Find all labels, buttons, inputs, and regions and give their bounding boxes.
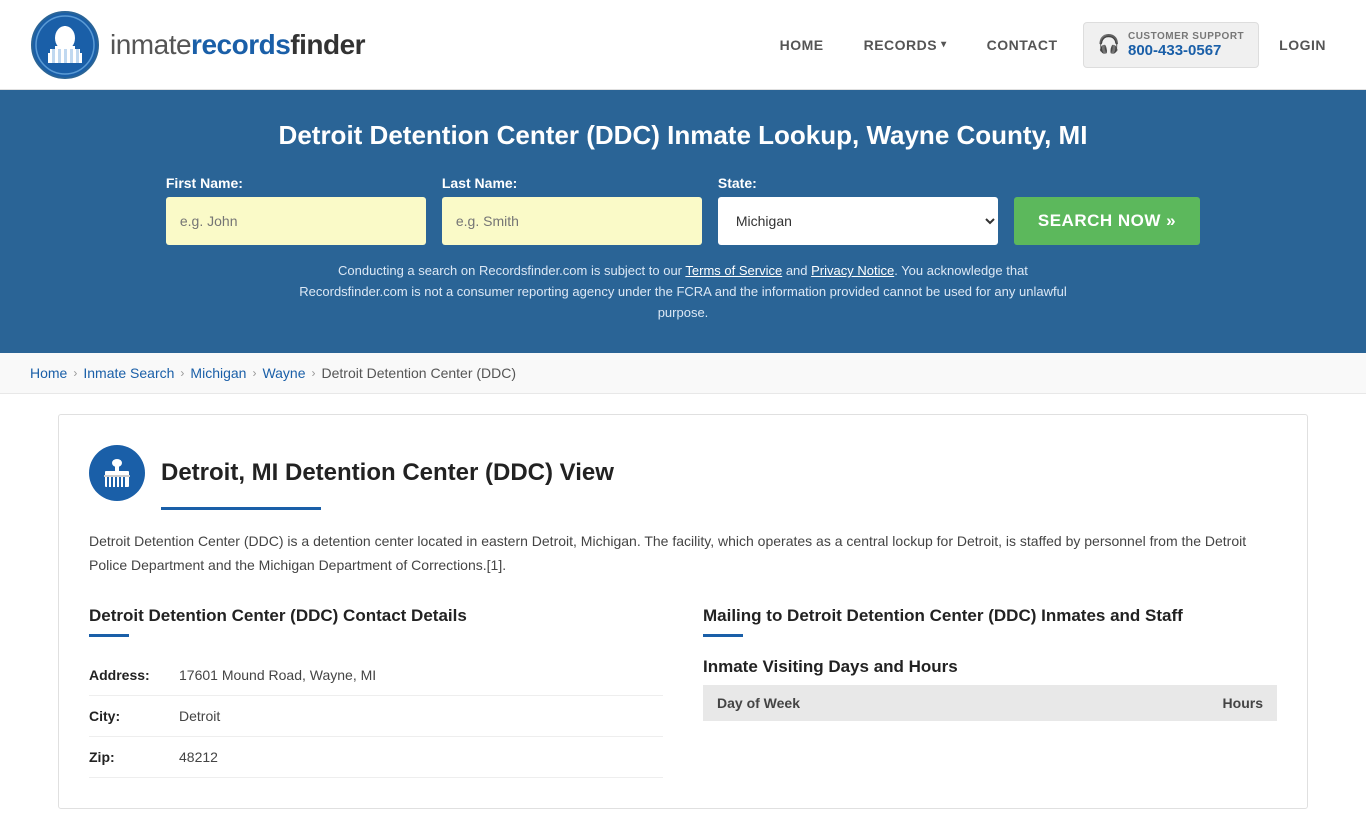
support-label: CUSTOMER SUPPORT (1128, 31, 1244, 42)
nav-records[interactable]: RECORDS ▾ (849, 37, 962, 53)
zip-row: Zip: 48212 (89, 737, 663, 778)
first-name-label: First Name: (166, 175, 243, 191)
contact-details-section: Detroit Detention Center (DDC) Contact D… (89, 606, 663, 778)
logo-text: inmaterecordsfinder (110, 29, 365, 61)
facility-title: Detroit, MI Detention Center (DDC) View (161, 459, 614, 487)
contact-section-title: Detroit Detention Center (DDC) Contact D… (89, 606, 663, 626)
zip-value: 48212 (179, 749, 218, 765)
hero-title: Detroit Detention Center (DDC) Inmate Lo… (40, 120, 1326, 151)
chevron-down-icon: ▾ (941, 39, 947, 50)
breadcrumb-sep-2: › (180, 366, 184, 380)
last-name-field: Last Name: (442, 175, 702, 245)
breadcrumb-sep-1: › (73, 366, 77, 380)
zip-label: Zip: (89, 749, 169, 765)
nav-contact[interactable]: CONTACT (972, 37, 1073, 53)
city-row: City: Detroit (89, 696, 663, 737)
headset-icon: 🎧 (1098, 34, 1120, 55)
breadcrumb-michigan[interactable]: Michigan (190, 365, 246, 381)
city-value: Detroit (179, 708, 220, 724)
logo-icon (30, 10, 100, 80)
login-button[interactable]: LOGIN (1269, 37, 1336, 53)
disclaimer-text: Conducting a search on Recordsfinder.com… (293, 261, 1073, 323)
logo[interactable]: inmaterecordsfinder (30, 10, 365, 80)
last-name-label: Last Name: (442, 175, 517, 191)
breadcrumb-current: Detroit Detention Center (DDC) (322, 365, 517, 381)
breadcrumb-sep-4: › (312, 366, 316, 380)
city-label: City: (89, 708, 169, 724)
state-field: State: Michigan (718, 175, 998, 245)
building-icon (101, 457, 133, 489)
nav-home[interactable]: HOME (765, 37, 839, 53)
first-name-input[interactable] (166, 197, 426, 245)
contact-section-underline (89, 634, 129, 637)
col-day-of-week: Day of Week (703, 685, 1058, 721)
support-number: 800-433-0567 (1128, 42, 1244, 59)
state-select[interactable]: Michigan (718, 197, 998, 245)
privacy-link[interactable]: Privacy Notice (811, 263, 894, 278)
first-name-field: First Name: (166, 175, 426, 245)
state-label: State: (718, 175, 757, 191)
search-form: First Name: Last Name: State: Michigan S… (40, 175, 1326, 245)
visiting-hours-table: Day of Week Hours (703, 685, 1277, 721)
breadcrumb-home[interactable]: Home (30, 365, 67, 381)
search-now-button[interactable]: SEARCH NOW » (1014, 197, 1200, 245)
address-value: 17601 Mound Road, Wayne, MI (179, 667, 376, 683)
table-header-row: Day of Week Hours (703, 685, 1277, 721)
address-label: Address: (89, 667, 169, 683)
last-name-input[interactable] (442, 197, 702, 245)
mailing-section-title: Mailing to Detroit Detention Center (DDC… (703, 606, 1277, 626)
address-row: Address: 17601 Mound Road, Wayne, MI (89, 655, 663, 696)
visiting-section-title: Inmate Visiting Days and Hours (703, 657, 1277, 677)
breadcrumb-wayne[interactable]: Wayne (262, 365, 305, 381)
content-card: Detroit, MI Detention Center (DDC) View … (58, 414, 1308, 809)
breadcrumb: Home › Inmate Search › Michigan › Wayne … (0, 353, 1366, 394)
tos-link[interactable]: Terms of Service (685, 263, 782, 278)
facility-description: Detroit Detention Center (DDC) is a dete… (89, 530, 1277, 578)
main-content: Detroit, MI Detention Center (DDC) View … (28, 394, 1338, 829)
mailing-visiting-section: Mailing to Detroit Detention Center (DDC… (703, 606, 1277, 778)
facility-header: Detroit, MI Detention Center (DDC) View (89, 445, 1277, 501)
hero-section: Detroit Detention Center (DDC) Inmate Lo… (0, 90, 1366, 353)
site-header: inmaterecordsfinder HOME RECORDS ▾ CONTA… (0, 0, 1366, 90)
customer-support-button[interactable]: 🎧 CUSTOMER SUPPORT 800-433-0567 (1083, 22, 1260, 68)
mailing-section-underline (703, 634, 743, 637)
breadcrumb-inmate-search[interactable]: Inmate Search (83, 365, 174, 381)
main-nav: HOME RECORDS ▾ CONTACT 🎧 CUSTOMER SUPPOR… (765, 22, 1336, 68)
col-hours: Hours (1058, 685, 1277, 721)
facility-icon (89, 445, 145, 501)
breadcrumb-sep-3: › (252, 366, 256, 380)
two-columns: Detroit Detention Center (DDC) Contact D… (89, 606, 1277, 778)
facility-title-underline (161, 507, 321, 510)
